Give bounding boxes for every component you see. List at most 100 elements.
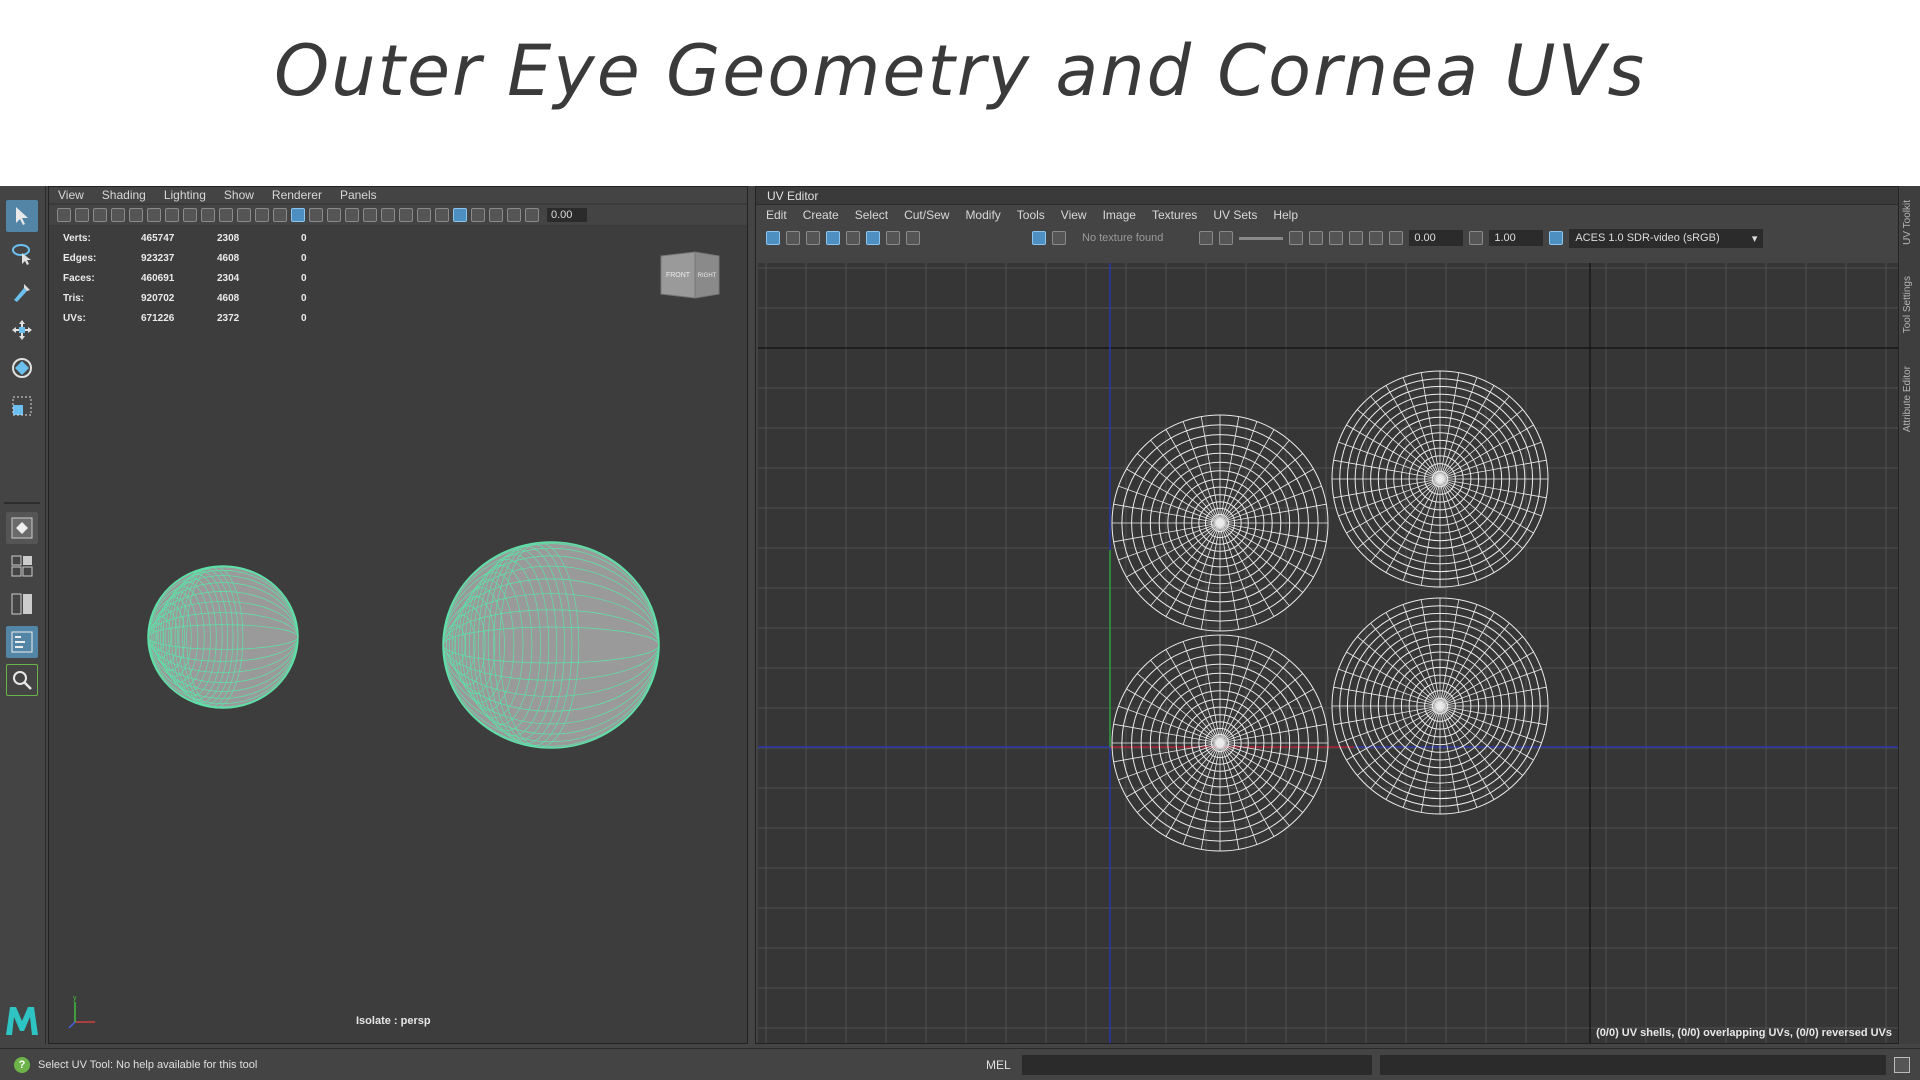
uv-checker-icon[interactable] [866, 231, 880, 245]
scale-tool-icon[interactable] [6, 390, 38, 422]
uv-shell [1111, 634, 1329, 852]
color-management-icon[interactable] [1549, 231, 1564, 245]
xray-icon[interactable] [471, 208, 485, 222]
field-chart-icon[interactable] [219, 208, 233, 222]
color-space-dropdown[interactable]: ACES 1.0 SDR-video (sRGB) ▾ [1569, 228, 1764, 248]
uv-canvas[interactable]: (0/0) UV shells, (0/0) overlapping UVs, … [758, 263, 1898, 1043]
exposure-icon[interactable] [525, 208, 539, 222]
wireframe-on-shaded-icon[interactable] [309, 208, 323, 222]
toggle-filter-icon[interactable] [1329, 231, 1344, 245]
eye-geometry-scene[interactable] [49, 226, 747, 1043]
refresh-icon[interactable] [1349, 231, 1364, 245]
uv-status-text: (0/0) UV shells, (0/0) overlapping UVs, … [1596, 1027, 1892, 1039]
image-display-icon[interactable] [1032, 231, 1046, 245]
uv-menu-textures[interactable]: Textures [1152, 208, 1197, 222]
gamma-icon[interactable] [1469, 231, 1484, 245]
screen-space-ao-icon[interactable] [381, 208, 395, 222]
use-all-lights-icon[interactable] [345, 208, 359, 222]
axis-gizmo-icon: y [68, 995, 95, 1029]
single-perspective-layout-icon[interactable] [6, 512, 38, 544]
tab-tool-settings[interactable]: Tool Settings [1902, 276, 1913, 333]
outer-eye-large-mesh [442, 541, 660, 749]
uv-exposure-field[interactable]: 0.00 [1409, 230, 1464, 246]
command-result-field [1380, 1054, 1886, 1075]
camera-attributes-icon[interactable] [57, 208, 71, 222]
uv-grid-icon[interactable] [826, 231, 840, 245]
viewport-menu-view[interactable]: View [58, 188, 84, 202]
viewport-menu-panels[interactable]: Panels [340, 188, 377, 202]
fit-icon[interactable] [1289, 231, 1304, 245]
uv-editor-title: UV Editor [756, 187, 1898, 205]
checker-display-icon[interactable] [1052, 231, 1066, 245]
toolbox [0, 186, 46, 1044]
mel-command-input[interactable] [1022, 1054, 1372, 1075]
move-tool-icon[interactable] [6, 314, 38, 346]
select-tool-icon[interactable] [6, 200, 38, 232]
image-icon[interactable] [1309, 231, 1324, 245]
dim-slider[interactable] [1239, 236, 1284, 240]
perspective-viewport[interactable]: View Shading Lighting Show Renderer Pane… [48, 186, 748, 1044]
smooth-shade-icon[interactable] [291, 208, 305, 222]
uv-distortion-icon[interactable] [786, 231, 800, 245]
uv-menu-modify[interactable]: Modify [965, 208, 1000, 222]
lasso-tool-icon[interactable] [6, 238, 38, 270]
uv-gamma-field[interactable]: 1.00 [1489, 230, 1544, 246]
tab-uv-toolkit[interactable]: UV Toolkit [1902, 200, 1913, 245]
viewport-menu-shading[interactable]: Shading [102, 188, 146, 202]
uv-editor-panel: UV Editor Edit Create Select Cut/Sew Mod… [755, 186, 1899, 1044]
uv-menu-help[interactable]: Help [1273, 208, 1298, 222]
mel-label[interactable]: MEL [986, 1058, 1011, 1072]
script-editor-icon[interactable] [1894, 1056, 1910, 1073]
tab-attribute-editor[interactable]: Attribute Editor [1902, 366, 1913, 432]
xray-joints-icon[interactable] [489, 208, 503, 222]
depth-of-field-icon[interactable] [435, 208, 449, 222]
grease-pencil-icon[interactable] [129, 208, 143, 222]
shadows-icon[interactable] [363, 208, 377, 222]
outer-eye-small-mesh [147, 565, 299, 709]
resolution-gate-icon[interactable] [183, 208, 197, 222]
uv-menu-tools[interactable]: Tools [1017, 208, 1045, 222]
exposure-icon-uv[interactable] [1389, 231, 1404, 245]
viewport-menu-lighting[interactable]: Lighting [164, 188, 206, 202]
uv-iso-icon[interactable] [886, 231, 900, 245]
viewport-menu-renderer[interactable]: Renderer [272, 188, 322, 202]
motion-blur-icon[interactable] [399, 208, 413, 222]
uv-texture-border-icon[interactable] [806, 231, 820, 245]
uv-menu-uv-sets[interactable]: UV Sets [1213, 208, 1257, 222]
uv-pixel-snap-icon[interactable] [846, 231, 860, 245]
wireframe-icon[interactable] [273, 208, 287, 222]
grid-icon[interactable] [147, 208, 161, 222]
image-plane-icon[interactable] [93, 208, 107, 222]
uv-toolbar: No texture found 0.00 1.00 ACES 1.0 SDR-… [756, 225, 1898, 251]
uv-menu-select[interactable]: Select [855, 208, 888, 222]
search-icon[interactable] [6, 664, 38, 696]
paint-select-icon[interactable] [6, 276, 38, 308]
psd-icon[interactable] [1369, 231, 1384, 245]
four-view-layout-icon[interactable] [6, 550, 38, 582]
uv-snapshot-icon[interactable] [906, 231, 920, 245]
uv-shaded-icon[interactable] [766, 231, 780, 245]
uv-menu-cut-sew[interactable]: Cut/Sew [904, 208, 949, 222]
rgb-channel-icon[interactable] [1199, 231, 1214, 245]
safe-action-icon[interactable] [237, 208, 251, 222]
uv-menu-edit[interactable]: Edit [766, 208, 787, 222]
film-gate-icon[interactable] [165, 208, 179, 222]
anti-aliasing-icon[interactable] [417, 208, 431, 222]
uv-menu-view[interactable]: View [1061, 208, 1087, 222]
outliner-layout-icon[interactable] [6, 626, 38, 658]
gate-mask-icon[interactable] [201, 208, 215, 222]
textured-icon[interactable] [327, 208, 341, 222]
uv-menu-image[interactable]: Image [1103, 208, 1136, 222]
backface-icon[interactable] [507, 208, 521, 222]
rotate-tool-icon[interactable] [6, 352, 38, 384]
safe-title-icon[interactable] [255, 208, 269, 222]
isolate-select-icon[interactable] [453, 208, 467, 222]
two-view-layout-icon[interactable] [6, 588, 38, 620]
alpha-channel-icon[interactable] [1219, 231, 1234, 245]
viewport-menu-show[interactable]: Show [224, 188, 254, 202]
bookmark-icon[interactable] [75, 208, 89, 222]
exposure-field[interactable]: 0.00 [547, 208, 587, 222]
viewport-canvas[interactable]: Verts: 465747 2308 0 Edges: 923237 4608 0 Face… [49, 226, 747, 1043]
uv-menu-create[interactable]: Create [803, 208, 839, 222]
two-d-pan-icon[interactable] [111, 208, 125, 222]
